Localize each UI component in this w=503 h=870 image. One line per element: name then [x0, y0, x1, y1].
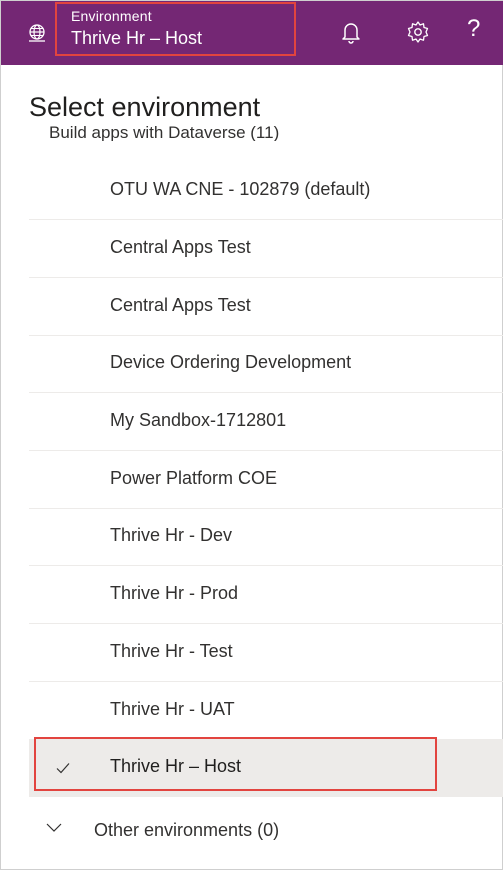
environment-label: Device Ordering Development	[110, 352, 352, 372]
environment-label: My Sandbox-1712801	[110, 410, 287, 430]
group-header-other-environments[interactable]: Other environments (0)	[29, 807, 503, 853]
environment-item[interactable]: Central Apps Test	[29, 278, 503, 336]
environment-label: Central Apps Test	[110, 237, 251, 257]
environment-item[interactable]: My Sandbox-1712801	[29, 393, 503, 451]
environment-item[interactable]: Thrive Hr - Dev	[29, 508, 503, 566]
environment-label: Central Apps Test	[110, 295, 251, 315]
environment-item-selected[interactable]: Thrive Hr – Host	[29, 739, 503, 797]
panel-title: Select environment	[29, 92, 271, 123]
other-environments-label: Other environments (0)	[94, 820, 280, 840]
environment-label: Thrive Hr - Test	[110, 641, 233, 661]
environment-item[interactable]: OTU WA CNE - 102879 (default)	[29, 162, 503, 220]
help-icon[interactable]: ?	[467, 15, 487, 45]
environment-item[interactable]: Power Platform COE	[29, 451, 503, 509]
bell-icon[interactable]	[338, 19, 364, 45]
environment-item[interactable]: Thrive Hr - UAT	[29, 682, 503, 740]
environment-item[interactable]: Thrive Hr - Test	[29, 624, 503, 682]
environment-label: Thrive Hr - Dev	[110, 525, 233, 545]
globe-icon[interactable]	[25, 21, 49, 45]
chevron-down-icon	[46, 823, 62, 832]
environment-label: Power Platform COE	[110, 468, 278, 488]
environment-label: Thrive Hr - UAT	[110, 699, 235, 719]
environment-label: Thrive Hr – Host	[110, 756, 242, 776]
environment-label: OTU WA CNE - 102879 (default)	[110, 179, 371, 199]
environment-item[interactable]: Central Apps Test	[29, 220, 503, 278]
environment-item[interactable]: Thrive Hr - Prod	[29, 566, 503, 624]
environment-item[interactable]: Device Ordering Development	[29, 335, 503, 393]
gear-icon[interactable]	[405, 19, 431, 45]
environment-picker-highlight	[55, 2, 296, 56]
group-header-label: Build apps with Dataverse (11)	[49, 123, 280, 141]
top-bar: Environment Thrive Hr – Host ?	[1, 1, 503, 65]
environment-label: Thrive Hr - Prod	[110, 583, 239, 603]
checkmark-icon	[56, 763, 70, 774]
